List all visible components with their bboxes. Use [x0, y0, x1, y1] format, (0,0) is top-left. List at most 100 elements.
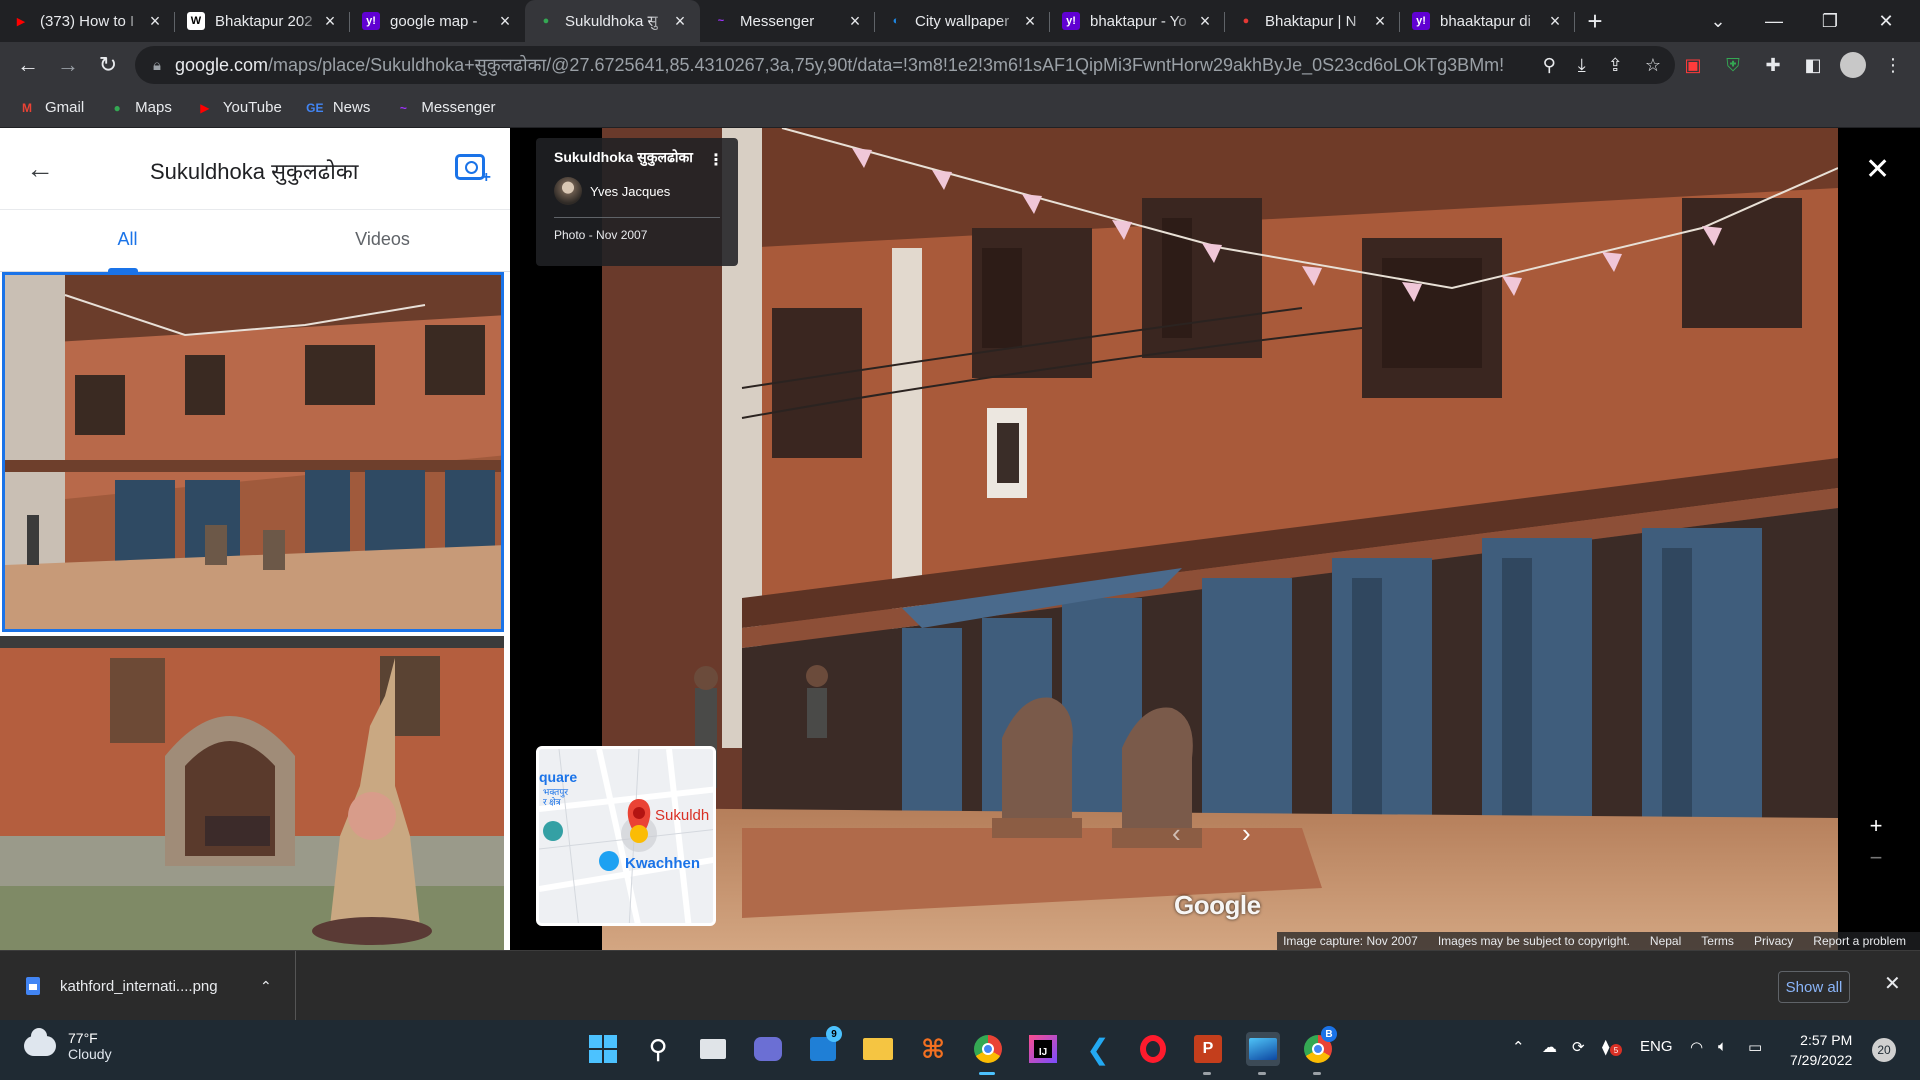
close-viewer-icon[interactable]: ✕ — [1865, 152, 1890, 187]
browser-tab[interactable]: y! google map - × — [350, 0, 525, 42]
footer-link[interactable]: Terms — [1701, 934, 1734, 948]
close-window-button[interactable]: ✕ — [1858, 0, 1914, 42]
tab-all[interactable]: All — [0, 210, 255, 271]
notification-badge[interactable]: 20 — [1872, 1038, 1896, 1062]
task-view-icon[interactable] — [696, 1032, 730, 1066]
bookmark-item[interactable]: M Gmail — [18, 99, 84, 117]
onedrive-icon[interactable]: ☁ — [1542, 1038, 1557, 1056]
start-windows-icon[interactable] — [586, 1032, 620, 1066]
tab-videos[interactable]: Videos — [255, 210, 510, 271]
browser-tab[interactable]: y! bhaaktapur di × — [1400, 0, 1575, 42]
main-photo[interactable] — [602, 128, 1838, 950]
shield-extension-icon[interactable]: ⛨ — [1716, 48, 1750, 82]
close-tab-icon[interactable]: × — [1195, 11, 1215, 32]
photo-thumbnail-selected[interactable] — [2, 272, 504, 632]
bookmark-item[interactable]: ~ Messenger — [394, 99, 496, 117]
file-explorer-icon[interactable] — [861, 1032, 895, 1066]
back-arrow-icon[interactable]: ← — [26, 153, 54, 185]
close-download-bar-icon[interactable]: ✕ — [1884, 971, 1901, 996]
battery-icon[interactable]: ▭ — [1748, 1038, 1762, 1056]
url-path: /maps/place/Sukuldhoka+सुकुलढोका/@27.672… — [268, 55, 1505, 75]
install-icon[interactable]: ⤓ — [1578, 55, 1586, 76]
photo-thumbnail[interactable] — [0, 636, 504, 950]
close-tab-icon[interactable]: × — [145, 11, 165, 32]
browser-tab[interactable]: ◐ City wallpaper × — [875, 0, 1050, 42]
close-tab-icon[interactable]: × — [1545, 11, 1565, 32]
previous-photo-icon[interactable]: ‹ — [1172, 818, 1181, 849]
next-photo-icon[interactable]: › — [1242, 818, 1251, 849]
intellij-icon[interactable]: IJ — [1026, 1032, 1060, 1066]
footer-link[interactable]: Nepal — [1650, 934, 1681, 948]
zoom-in-icon[interactable]: + — [1860, 810, 1892, 842]
forward-icon[interactable]: → — [48, 45, 88, 85]
messenger-icon: ~ — [399, 100, 407, 115]
browser-tab[interactable]: ● Bhaktapur | N × — [1225, 0, 1400, 42]
address-bar[interactable]: 🔒︎ google.com/maps/place/Sukuldhoka+सुकु… — [135, 46, 1675, 84]
tab-search-icon[interactable]: ⌄ — [1690, 0, 1746, 42]
close-tab-icon[interactable]: × — [1020, 11, 1040, 32]
side-panel-icon[interactable]: ◧ — [1796, 48, 1830, 82]
bookmark-item[interactable]: GE News — [306, 99, 370, 117]
widgets-icon[interactable]: 9 — [806, 1026, 842, 1066]
chrome-profile-icon[interactable]: B — [1301, 1026, 1337, 1066]
footer-link[interactable]: Images may be subject to copyright. — [1438, 934, 1630, 948]
new-tab-button[interactable]: + — [1575, 0, 1615, 42]
url-text[interactable]: google.com/maps/place/Sukuldhoka+सुकुलढो… — [175, 53, 1505, 77]
bookmark-item[interactable]: ● Maps — [108, 99, 172, 117]
location-pin-icon[interactable]: ⚲ — [1543, 55, 1556, 76]
show-all-button[interactable]: Show all — [1778, 971, 1850, 1003]
powerpoint-icon[interactable]: P — [1191, 1032, 1225, 1066]
browser-tab[interactable]: W Bhaktapur 202 × — [175, 0, 350, 42]
clock[interactable]: 2:57 PM 7/29/2022 — [1790, 1030, 1852, 1070]
close-tab-icon[interactable]: × — [495, 11, 515, 32]
browser-tab[interactable]: ● Sukuldhoka सु × — [525, 0, 700, 42]
app-tray-icon[interactable]: ⧫ 5 — [1602, 1038, 1622, 1056]
teams-chat-icon[interactable] — [751, 1032, 785, 1066]
download-item[interactable]: kathford_internati....png ⌃ — [0, 951, 296, 1021]
close-tab-icon[interactable]: × — [845, 11, 865, 32]
show-hidden-icons-chevron[interactable]: ⌃ — [1512, 1038, 1525, 1056]
browser-tab[interactable]: y! bhaktapur - Yo × — [1050, 0, 1225, 42]
restore-button[interactable]: ❐ — [1802, 0, 1858, 42]
search-icon[interactable]: ⚲ — [641, 1032, 675, 1066]
more-options-icon[interactable]: ⋮ — [708, 150, 724, 170]
add-photo-icon[interactable]: + — [455, 154, 491, 186]
browser-tab[interactable]: ~ Messenger × — [700, 0, 875, 42]
language-indicator[interactable]: ENG — [1640, 1038, 1673, 1055]
sync-icon[interactable]: ⟳ — [1572, 1038, 1585, 1056]
footer-link[interactable]: Report a problem — [1813, 934, 1906, 948]
clock-time: 2:57 PM — [1800, 1032, 1853, 1048]
extension-red-icon[interactable]: ▣ — [1676, 48, 1710, 82]
volume-icon[interactable]: 🔈︎ — [1718, 1038, 1727, 1055]
profile-avatar[interactable] — [1836, 48, 1870, 82]
bookmark-item[interactable]: ▶ YouTube — [196, 99, 282, 117]
author-name[interactable]: Yves Jacques — [590, 184, 670, 199]
lock-icon[interactable]: 🔒︎ — [153, 57, 161, 74]
extensions-puzzle-icon[interactable]: ✚ — [1756, 48, 1790, 82]
widgets-badge: 9 — [826, 1026, 842, 1042]
weather-widget[interactable]: 77°F Cloudy — [24, 1028, 112, 1062]
menu-kebab-icon[interactable]: ⋮ — [1876, 48, 1910, 82]
download-filename[interactable]: kathford_internati....png — [60, 978, 218, 995]
opera-icon[interactable] — [1136, 1032, 1170, 1066]
footer-link[interactable]: Privacy — [1754, 934, 1793, 948]
minimize-button[interactable]: — — [1746, 0, 1802, 42]
chrome-icon[interactable] — [971, 1032, 1005, 1066]
minimap-label-square: quare — [539, 769, 578, 785]
bookmark-star-icon[interactable]: ☆ — [1645, 55, 1661, 76]
photo-author[interactable]: Yves Jacques — [554, 177, 720, 205]
chevron-up-icon[interactable]: ⌃ — [260, 978, 272, 995]
close-tab-icon[interactable]: × — [670, 11, 690, 32]
zoom-out-icon[interactable]: − — [1860, 842, 1892, 874]
back-icon[interactable]: ← — [8, 45, 48, 85]
photos-app-icon[interactable] — [1246, 1032, 1280, 1066]
browser-tab[interactable]: ▶ (373) How to I × — [0, 0, 175, 42]
minimap[interactable]: quare भक्तपुर र क्षेत्र Sukuldh Kwachhen — [536, 746, 716, 926]
close-tab-icon[interactable]: × — [1370, 11, 1390, 32]
share-icon[interactable]: ⇪ — [1608, 55, 1623, 76]
vscode-icon[interactable]: ❮ — [1081, 1032, 1115, 1066]
close-tab-icon[interactable]: × — [320, 11, 340, 32]
reload-icon[interactable]: ↻ — [88, 45, 128, 85]
tool-app-icon[interactable]: ⌘ — [916, 1032, 950, 1066]
wifi-icon[interactable]: ◠ — [1690, 1038, 1703, 1056]
